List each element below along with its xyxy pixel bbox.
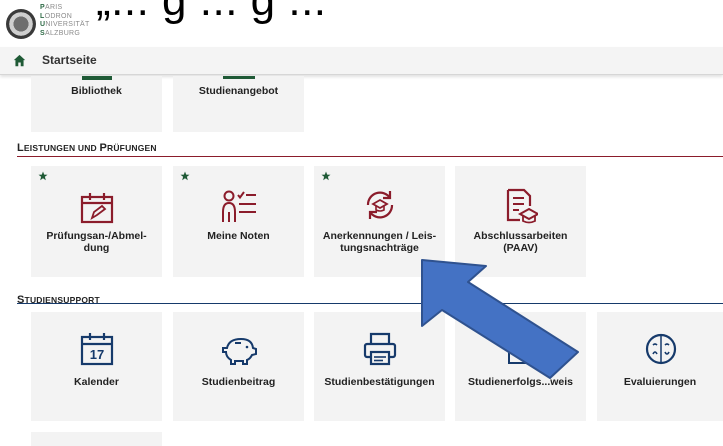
recognition-icon [366,191,394,219]
tile-studienangebot[interactable]: Studienangebot [173,76,304,132]
tile-label: Studienangebot [198,85,279,97]
university-logo-text[interactable]: PARIS LODRON UNIVERSITÄT SALZBURG [40,4,90,38]
evaluation-icon [645,333,677,365]
favorite-star-icon[interactable] [321,171,331,181]
section-title-studiensupport: STUDIENSUPPORT [17,294,100,306]
overlay-quote-text: „... g ... g ... “ [96,0,355,25]
home-icon[interactable] [13,54,26,67]
library-icon [82,76,112,80]
tile-studienbeitrag[interactable]: Studienbeitrag [173,312,304,421]
breadcrumb-home[interactable]: Startseite [42,53,97,67]
tile-evaluierungen[interactable]: Evaluierungen [597,312,723,421]
printer-icon [363,332,397,366]
tile-label: Evaluierungen [623,376,697,388]
course-catalog-icon [223,76,255,79]
tile-bibliothek[interactable]: Bibliothek [31,76,162,132]
top-header: „... g ... g ... “ PARIS LODRON UNIVERSI… [0,0,723,46]
grades-list-icon [222,190,256,222]
tile-label: Studienbeitrag [201,376,276,388]
section-divider [17,303,723,304]
navigation-bar: Startseite [0,47,723,75]
calendar-edit-icon [80,193,114,224]
section-title-leistungen: LEISTUNGEN UND PRÜFUNGEN [17,142,157,154]
piggy-bank-icon [222,337,257,365]
tile-label: Meine Noten [207,230,270,242]
calendar-day-number: 17 [89,347,105,362]
university-seal-logo[interactable] [6,9,36,39]
favorite-star-icon[interactable] [180,171,190,181]
tile-label: Kalender [74,376,119,388]
thesis-icon [506,188,538,224]
annotation-arrow [421,259,579,379]
section-divider [17,156,723,157]
tile-partial[interactable] [31,432,162,446]
tile-meine-noten[interactable]: Meine Noten [173,166,304,277]
tile-pruefungsanmeldung[interactable]: Prüfungsan-/Abmel- dung [31,166,162,277]
favorite-star-icon[interactable] [38,171,48,181]
tile-label: Bibliothek [71,85,122,97]
tile-kalender[interactable]: 17 Kalender [31,312,162,421]
tile-label: Prüfungsan-/Abmel- dung [46,230,147,254]
